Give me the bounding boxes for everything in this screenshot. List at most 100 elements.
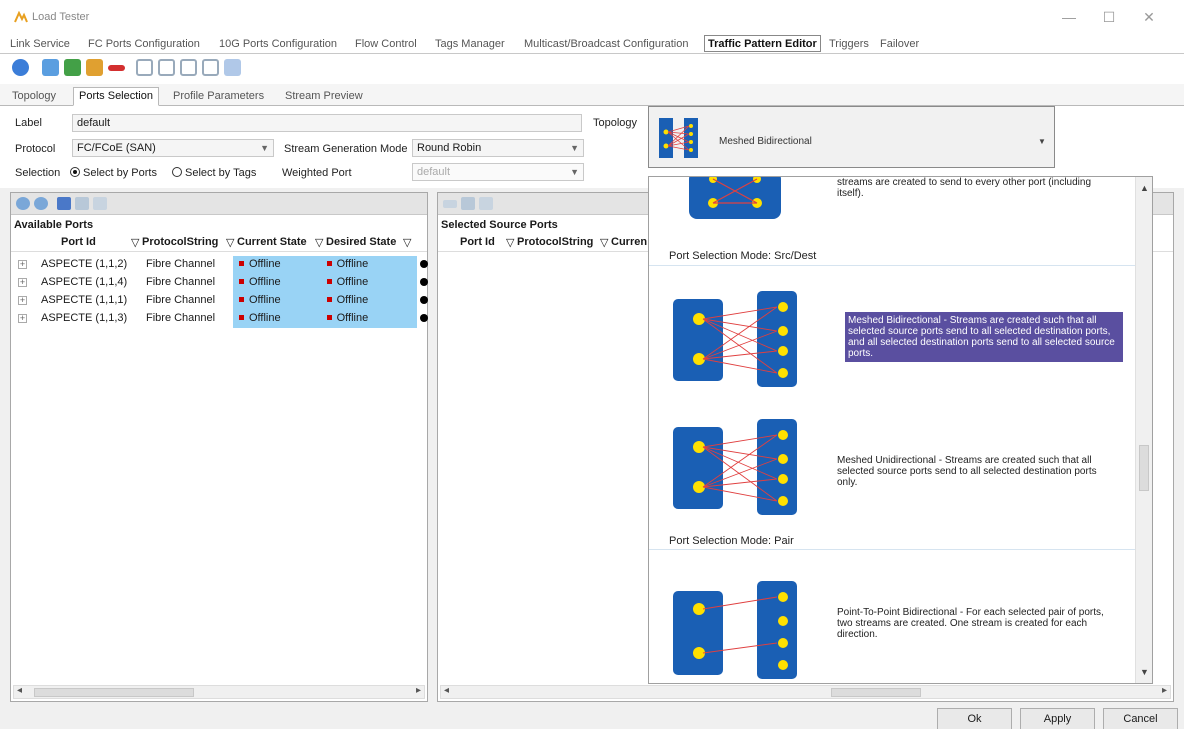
label-input[interactable]: default xyxy=(72,114,582,132)
scroll-thumb[interactable] xyxy=(34,688,194,697)
maximize-button[interactable]: ☐ xyxy=(1093,6,1125,28)
col-current-state[interactable]: Current State xyxy=(237,236,307,248)
tab-tags-manager[interactable]: Tags Manager xyxy=(435,36,505,53)
ok-button[interactable]: Ok xyxy=(937,708,1012,729)
tab-failover[interactable]: Failover xyxy=(880,36,919,53)
deselect-icon[interactable] xyxy=(479,197,493,210)
weighted-port-select[interactable]: default ▼ xyxy=(412,163,584,181)
apply-button[interactable]: Apply xyxy=(1020,708,1095,729)
col-port-id[interactable]: Port Id xyxy=(61,236,96,248)
filter-icon[interactable]: ▽ xyxy=(600,236,608,249)
table-row[interactable]: + ASPECTE (1,1,3) Fibre Channel Offline O… xyxy=(11,310,429,328)
stream-mode-caption: Stream Generation Mode xyxy=(284,143,408,155)
open-icon[interactable] xyxy=(42,59,59,76)
save-as-icon[interactable] xyxy=(86,59,103,76)
scroll-right-icon[interactable]: ▸ xyxy=(1162,685,1167,696)
close-button[interactable]: ✕ xyxy=(1133,6,1165,28)
filter-icon[interactable]: ▽ xyxy=(403,236,411,249)
expand-icon[interactable]: + xyxy=(18,296,27,305)
filter-icon[interactable]: ▽ xyxy=(226,236,234,249)
scroll-up-icon[interactable]: ▲ xyxy=(1140,183,1149,193)
scroll-right-icon[interactable]: ▸ xyxy=(416,685,421,696)
horizontal-scrollbar[interactable]: ◂ ▸ xyxy=(440,685,1171,699)
status-dot-icon xyxy=(420,278,428,286)
copy-icon[interactable] xyxy=(136,59,153,76)
filter-icon[interactable]: ▽ xyxy=(131,236,139,249)
tab-link-service[interactable]: Link Service xyxy=(10,36,70,53)
paste-icon[interactable] xyxy=(158,59,175,76)
filter-icon[interactable] xyxy=(93,197,107,210)
desired-state-cell: Offline xyxy=(336,276,369,288)
protocol-cell: Fibre Channel xyxy=(146,312,216,324)
table-row[interactable]: + ASPECTE (1,1,2) Fibre Channel Offline O… xyxy=(11,256,429,274)
current-state-cell: Offline xyxy=(249,294,281,306)
select-all-icon[interactable] xyxy=(461,197,475,210)
dialog-footer: Ok Apply Cancel xyxy=(0,702,1184,729)
col-current-state[interactable]: Curren xyxy=(611,236,647,248)
table-row[interactable]: + ASPECTE (1,1,4) Fibre Channel Offline O… xyxy=(11,274,429,292)
tab-flow-control[interactable]: Flow Control xyxy=(355,36,417,53)
vertical-scrollbar[interactable]: ▲ ▼ xyxy=(1135,177,1152,683)
meshed-unidirectional-description: Meshed Unidirectional - Streams are crea… xyxy=(837,455,1097,488)
select-by-tags-radio[interactable]: Select by Tags xyxy=(172,167,256,179)
view2-icon[interactable] xyxy=(202,59,219,76)
options-icon[interactable] xyxy=(224,59,241,76)
mode-src-dest-label: Port Selection Mode: Src/Dest xyxy=(669,250,817,262)
tab-topology[interactable]: Topology xyxy=(6,87,62,106)
sub-tab-bar: Topology Ports Selection Profile Paramet… xyxy=(0,84,1184,106)
deselect-icon[interactable] xyxy=(75,197,89,210)
available-ports-panel: Available Ports Port Id ▽ ProtocolString… xyxy=(10,192,428,702)
cancel-button[interactable]: Cancel xyxy=(1103,708,1178,729)
tab-fc-ports-configuration[interactable]: FC Ports Configuration xyxy=(88,36,200,53)
select-all-icon[interactable] xyxy=(57,197,71,210)
label-caption: Label xyxy=(15,117,42,129)
scroll-thumb[interactable] xyxy=(1139,445,1149,491)
tab-triggers[interactable]: Triggers xyxy=(829,36,869,53)
move-right-icon[interactable] xyxy=(34,197,48,210)
col-protocol-string[interactable]: ProtocolString xyxy=(517,236,593,248)
col-desired-state[interactable]: Desired State xyxy=(326,236,396,248)
expand-icon[interactable]: + xyxy=(18,278,27,287)
save-icon[interactable] xyxy=(64,59,81,76)
radio-checked-icon xyxy=(70,167,80,177)
topology-caption: Topology xyxy=(593,117,638,129)
title-bar: Load Tester — ☐ ✕ xyxy=(0,0,1184,34)
protocol-cell: Fibre Channel xyxy=(146,276,216,288)
protocol-select[interactable]: FC/FCoE (SAN) ▼ xyxy=(72,139,274,157)
point-to-point-diagram-icon xyxy=(673,581,797,679)
tab-stream-preview[interactable]: Stream Preview xyxy=(279,87,369,106)
scroll-down-icon[interactable]: ▼ xyxy=(1140,667,1149,677)
tab-10g-ports-configuration[interactable]: 10G Ports Configuration xyxy=(219,36,337,53)
col-protocol-string[interactable]: ProtocolString xyxy=(142,236,218,248)
view-icon[interactable] xyxy=(180,59,197,76)
new-icon[interactable] xyxy=(12,59,29,76)
tab-multicast-broadcast-configuration[interactable]: Multicast/Broadcast Configuration xyxy=(524,36,688,53)
state-cells: Offline Offline xyxy=(233,310,417,328)
move-left-icon[interactable] xyxy=(16,197,30,210)
filter-icon[interactable]: ▽ xyxy=(506,236,514,249)
select-by-ports-radio[interactable]: Select by Ports xyxy=(70,167,157,179)
option-description: streams are created to send to every oth… xyxy=(837,177,1092,199)
horizontal-scrollbar[interactable]: ◂ ▸ xyxy=(13,685,425,699)
scroll-left-icon[interactable]: ◂ xyxy=(17,685,22,696)
tab-traffic-pattern-editor[interactable]: Traffic Pattern Editor xyxy=(704,35,821,52)
topology-select[interactable]: Meshed Bidirectional ▼ xyxy=(648,106,1055,168)
desired-state-cell: Offline xyxy=(336,258,369,270)
scroll-thumb[interactable] xyxy=(831,688,921,697)
remove-icon[interactable] xyxy=(443,200,457,208)
stream-mode-select[interactable]: Round Robin ▼ xyxy=(412,139,584,157)
port-id-cell: ASPECTE (1,1,2) xyxy=(41,258,128,270)
expand-icon[interactable]: + xyxy=(18,314,27,323)
meshed-bidirectional-icon xyxy=(659,118,698,158)
scroll-left-icon[interactable]: ◂ xyxy=(444,685,449,696)
col-port-id[interactable]: Port Id xyxy=(460,236,495,248)
expand-icon[interactable]: + xyxy=(18,260,27,269)
minimize-button[interactable]: — xyxy=(1053,6,1085,28)
tab-ports-selection[interactable]: Ports Selection xyxy=(73,87,159,106)
tab-profile-parameters[interactable]: Profile Parameters xyxy=(167,87,270,106)
weighted-port-caption: Weighted Port xyxy=(282,167,352,179)
separator xyxy=(649,265,1136,266)
remove-icon[interactable] xyxy=(108,65,125,71)
table-row[interactable]: + ASPECTE (1,1,1) Fibre Channel Offline O… xyxy=(11,292,429,310)
filter-icon[interactable]: ▽ xyxy=(315,236,323,249)
